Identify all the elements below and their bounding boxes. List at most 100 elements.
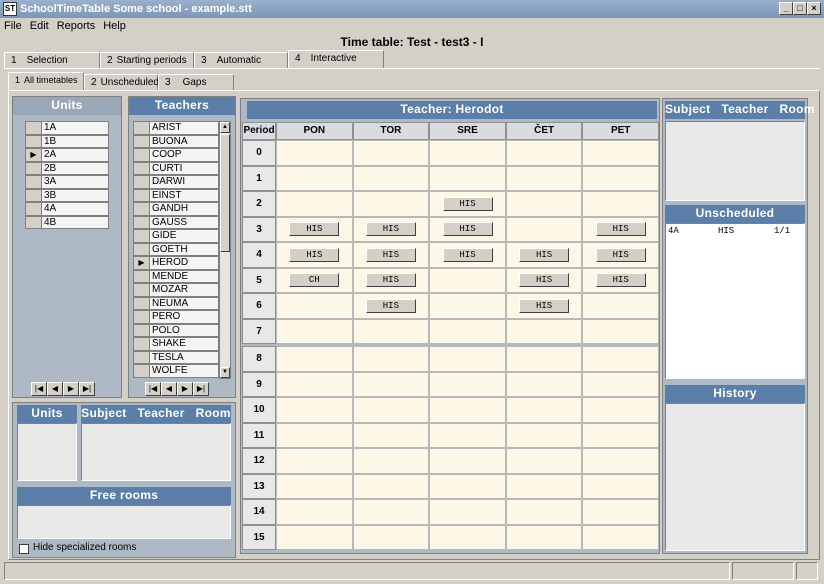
scroll-up-icon[interactable]: ▲ xyxy=(220,122,230,133)
grid-cell[interactable] xyxy=(429,371,506,397)
scroll-thumb[interactable] xyxy=(220,134,230,252)
grid-cell[interactable] xyxy=(505,191,583,217)
grid-cell[interactable] xyxy=(352,397,430,423)
grid-cell[interactable] xyxy=(582,318,659,344)
grid-cell[interactable] xyxy=(352,473,430,499)
grid-cell[interactable] xyxy=(429,524,506,550)
grid-cell[interactable] xyxy=(352,422,430,448)
list-item[interactable]: ARIST xyxy=(133,121,219,135)
grid-cell[interactable] xyxy=(276,473,353,499)
grid-cell[interactable] xyxy=(352,318,430,344)
grid-cell[interactable] xyxy=(352,524,430,550)
grid-cell[interactable] xyxy=(429,267,506,293)
grid-cell[interactable] xyxy=(429,422,506,448)
grid-cell[interactable] xyxy=(352,448,430,474)
grid-cell[interactable] xyxy=(582,422,659,448)
lesson-button[interactable]: HIS xyxy=(289,222,340,237)
list-item[interactable]: POLO xyxy=(133,323,219,337)
first-icon[interactable]: |◀ xyxy=(31,382,47,396)
grid-cell[interactable] xyxy=(429,293,506,319)
lesson-button[interactable]: HIS xyxy=(595,247,646,262)
grid-cell[interactable] xyxy=(582,397,659,423)
next-icon[interactable]: ▶ xyxy=(63,382,79,396)
lesson-button[interactable]: HIS xyxy=(519,247,570,262)
lesson-button[interactable]: HIS xyxy=(442,247,493,262)
list-item[interactable]: GAUSS xyxy=(133,215,219,229)
grid-cell[interactable] xyxy=(352,140,430,166)
list-item[interactable]: BUONA xyxy=(133,134,219,148)
list-item[interactable]: PERO xyxy=(133,310,219,324)
minimize-button[interactable]: _ xyxy=(779,2,793,15)
list-item[interactable]: 2B xyxy=(25,161,109,175)
lesson-button[interactable]: HIS xyxy=(519,273,570,288)
list-item[interactable]: ▶ HEROD xyxy=(133,256,219,270)
lesson-button[interactable]: HIS xyxy=(365,298,416,313)
list-item[interactable]: COOP xyxy=(133,148,219,162)
list-item[interactable]: GANDH xyxy=(133,202,219,216)
last-icon[interactable]: ▶| xyxy=(79,382,95,396)
list-item[interactable]: NEUMA xyxy=(133,296,219,310)
grid-cell[interactable] xyxy=(505,140,583,166)
grid-cell[interactable] xyxy=(352,371,430,397)
lesson-button[interactable]: HIS xyxy=(442,222,493,237)
first-icon[interactable]: |◀ xyxy=(145,382,161,396)
grid-cell[interactable] xyxy=(505,216,583,242)
list-item[interactable]: 4A xyxy=(25,202,109,216)
list-item[interactable]: 4A HIS 1/1 xyxy=(666,224,804,238)
grid-cell[interactable] xyxy=(582,140,659,166)
scroll-down-icon[interactable]: ▼ xyxy=(220,367,230,378)
grid-cell[interactable] xyxy=(276,165,353,191)
grid-cell[interactable] xyxy=(276,140,353,166)
list-item[interactable]: ▶ 2A xyxy=(25,148,109,162)
list-item[interactable]: EINST xyxy=(133,188,219,202)
tab-interactive[interactable]: 4 Interactive xyxy=(288,50,384,69)
grid-cell[interactable] xyxy=(429,397,506,423)
grid-cell[interactable] xyxy=(429,499,506,525)
subtab-gaps[interactable]: 3 Gaps xyxy=(158,74,234,91)
grid-cell[interactable] xyxy=(429,448,506,474)
hide-specialized-checkbox[interactable] xyxy=(19,544,29,554)
grid-cell[interactable] xyxy=(276,448,353,474)
grid-cell[interactable] xyxy=(276,191,353,217)
grid-cell[interactable] xyxy=(352,165,430,191)
grid-cell[interactable] xyxy=(582,448,659,474)
grid-cell[interactable] xyxy=(429,318,506,344)
subtab-all-timetables[interactable]: 1 All timetables xyxy=(8,72,84,91)
grid-cell[interactable] xyxy=(505,448,583,474)
lesson-button[interactable]: HIS xyxy=(365,273,416,288)
next-icon[interactable]: ▶ xyxy=(177,382,193,396)
grid-cell[interactable] xyxy=(505,318,583,344)
lesson-button[interactable]: HIS xyxy=(595,273,646,288)
maximize-button[interactable]: □ xyxy=(793,2,807,15)
list-item[interactable]: SHAKE xyxy=(133,337,219,351)
list-item[interactable]: MOZAR xyxy=(133,283,219,297)
grid-cell[interactable] xyxy=(505,422,583,448)
grid-cell[interactable] xyxy=(276,422,353,448)
grid-cell[interactable] xyxy=(352,499,430,525)
grid-cell[interactable] xyxy=(505,371,583,397)
grid-cell[interactable] xyxy=(582,371,659,397)
menu-edit[interactable]: Edit xyxy=(26,20,53,32)
grid-cell[interactable] xyxy=(352,191,430,217)
list-item[interactable]: 3A xyxy=(25,175,109,189)
lesson-button[interactable]: HIS xyxy=(595,222,646,237)
lesson-button[interactable]: HIS xyxy=(365,247,416,262)
grid-cell[interactable] xyxy=(582,191,659,217)
grid-cell[interactable] xyxy=(276,318,353,344)
grid-cell[interactable] xyxy=(582,499,659,525)
grid-cell[interactable] xyxy=(505,473,583,499)
grid-cell[interactable] xyxy=(276,524,353,550)
close-button[interactable]: × xyxy=(807,2,821,15)
tab-starting-periods[interactable]: 2 Starting periods xyxy=(100,52,194,69)
grid-cell[interactable] xyxy=(582,165,659,191)
grid-cell[interactable] xyxy=(582,346,659,372)
menu-file[interactable]: File xyxy=(0,20,26,32)
grid-cell[interactable] xyxy=(429,165,506,191)
lesson-button[interactable]: HIS xyxy=(442,196,493,211)
last-icon[interactable]: ▶| xyxy=(193,382,209,396)
grid-cell[interactable] xyxy=(276,371,353,397)
prev-icon[interactable]: ◀ xyxy=(161,382,177,396)
grid-cell[interactable] xyxy=(505,165,583,191)
teachers-scrollbar[interactable]: ▲ ▼ xyxy=(219,121,231,379)
menu-help[interactable]: Help xyxy=(99,20,130,32)
